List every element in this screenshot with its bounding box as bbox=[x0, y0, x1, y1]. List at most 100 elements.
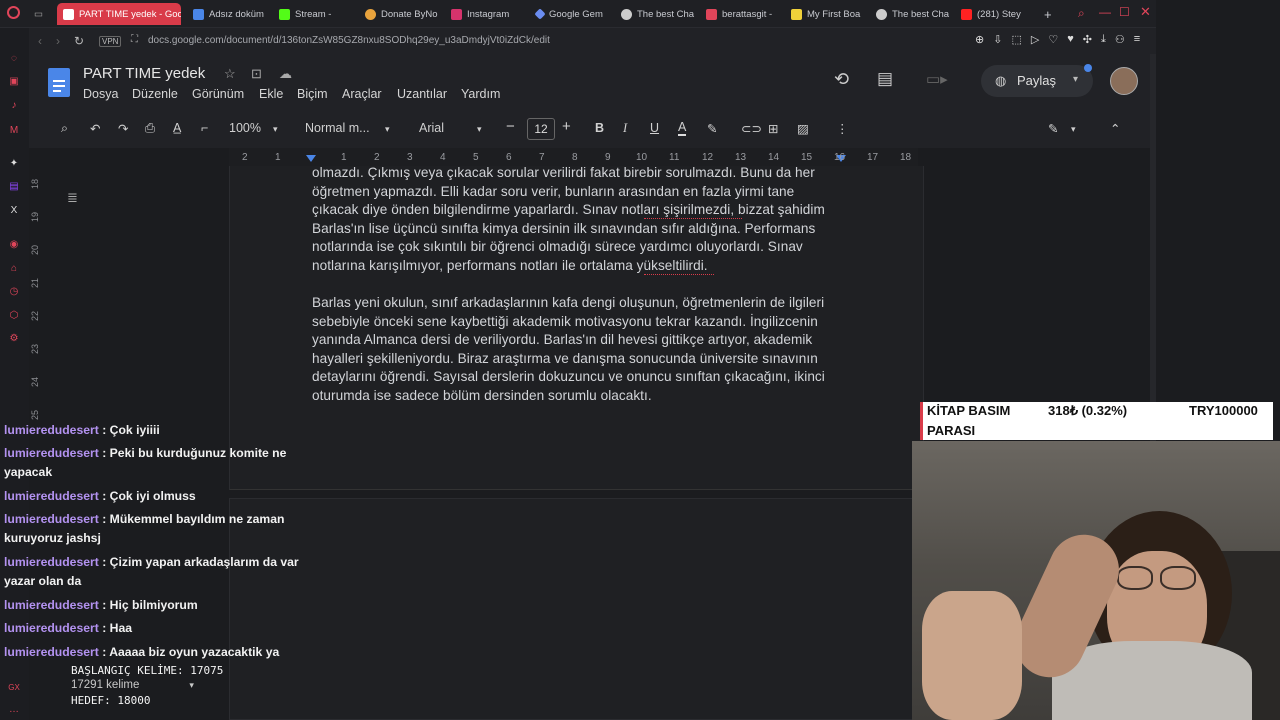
search-menus-icon[interactable]: ⌕ bbox=[61, 121, 68, 136]
pin-icon[interactable]: ⇩ bbox=[993, 33, 1002, 46]
maximize-button[interactable]: ☐ bbox=[1119, 5, 1130, 19]
increase-font-icon[interactable]: + bbox=[562, 118, 571, 135]
docs-word-count[interactable]: 17291 kelime ▾ bbox=[71, 679, 194, 691]
indent-marker[interactable] bbox=[306, 155, 316, 162]
workspaces-icon[interactable]: ▭ bbox=[28, 3, 54, 25]
search-tabs-icon[interactable]: ⌕ bbox=[1078, 6, 1085, 21]
extensions-icon[interactable]: ⬡ bbox=[7, 309, 21, 323]
outline-icon[interactable]: ≣ bbox=[67, 190, 78, 206]
link-icon[interactable]: ⊂⊃ bbox=[741, 121, 762, 136]
tab-8[interactable]: My First Boa bbox=[785, 3, 865, 25]
tab-5[interactable]: Google Gem bbox=[530, 3, 610, 25]
close-window-button[interactable]: ✕ bbox=[1140, 4, 1151, 20]
url-field[interactable]: docs.google.com/document/d/136tonZsW85GZ… bbox=[148, 35, 550, 46]
menu-help[interactable]: Yardım bbox=[461, 87, 500, 101]
new-tab-button[interactable]: + bbox=[1038, 3, 1054, 25]
spellcheck-icon[interactable]: A̲ bbox=[173, 121, 181, 135]
avatar[interactable] bbox=[1110, 67, 1138, 95]
menu-format[interactable]: Biçim bbox=[297, 87, 328, 101]
tab-4[interactable]: Instagram bbox=[445, 3, 525, 25]
font-size-input[interactable]: 12 bbox=[527, 118, 555, 140]
font-select[interactable]: Arial bbox=[419, 121, 444, 135]
reload-icon[interactable]: ↻ bbox=[74, 34, 84, 48]
chevron-down-icon[interactable]: ▾ bbox=[1073, 74, 1078, 85]
redo-icon[interactable]: ↷ bbox=[118, 121, 128, 136]
print-icon[interactable]: ⎙ bbox=[145, 121, 155, 136]
move-folder-icon[interactable]: ⊡ bbox=[251, 66, 262, 82]
tab-3[interactable]: Donate ByNo bbox=[359, 3, 439, 25]
chevron-down-icon[interactable]: ▾ bbox=[477, 124, 482, 135]
profile-icon[interactable]: ⚇ bbox=[1115, 33, 1125, 46]
star-icon[interactable]: ☆ bbox=[224, 66, 236, 82]
docs-logo-icon[interactable] bbox=[48, 68, 70, 97]
tab-9[interactable]: The best Cha bbox=[870, 3, 950, 25]
menu-edit[interactable]: Düzenle bbox=[132, 87, 178, 101]
player-icon[interactable]: ◉ bbox=[7, 238, 21, 252]
messenger-icon[interactable]: ◌ bbox=[7, 52, 21, 66]
twitch-icon[interactable]: ▤ bbox=[7, 180, 21, 194]
menu-file[interactable]: Dosya bbox=[83, 87, 118, 101]
pinboard-icon[interactable]: ⌂ bbox=[7, 262, 21, 276]
style-select[interactable]: Normal m... bbox=[305, 121, 370, 135]
chevron-down-icon[interactable]: ▾ bbox=[1071, 124, 1076, 135]
document-page-next[interactable] bbox=[229, 498, 924, 720]
aria-icon[interactable]: ✦ bbox=[7, 157, 21, 171]
minimize-button[interactable]: — bbox=[1099, 5, 1111, 19]
zoom-icon[interactable]: ⊕ bbox=[975, 33, 984, 46]
extensions-puzzle-icon[interactable]: ✣ bbox=[1083, 33, 1092, 46]
paragraph-1[interactable]: olmazdı. Çıkmış veya çıkacak sorular ver… bbox=[312, 164, 852, 275]
document-title[interactable]: PART TIME yedek bbox=[83, 65, 205, 82]
italic-icon[interactable]: I bbox=[623, 121, 627, 136]
download-icon[interactable]: ⤓ bbox=[1101, 33, 1106, 46]
back-icon[interactable]: ‹ bbox=[38, 34, 42, 48]
tab-7[interactable]: berattasgit - bbox=[700, 3, 780, 25]
history-icon[interactable]: ◷ bbox=[7, 285, 21, 299]
chevron-down-icon[interactable]: ▾ bbox=[189, 680, 194, 690]
share-button[interactable]: ◍ Paylaş ▾ bbox=[981, 65, 1093, 97]
more-options-icon[interactable]: ⋮ bbox=[836, 121, 849, 136]
chevron-down-icon[interactable]: ▾ bbox=[385, 124, 390, 135]
vpn-badge[interactable]: VPN bbox=[99, 36, 122, 47]
menu-tools[interactable]: Araçlar bbox=[342, 87, 382, 101]
forward-icon[interactable]: › bbox=[56, 34, 60, 48]
underline-icon[interactable]: U bbox=[650, 121, 659, 135]
comments-icon[interactable]: ▤ bbox=[877, 69, 893, 89]
heart-icon[interactable]: ♥ bbox=[1067, 33, 1074, 46]
x-twitter-icon[interactable]: X bbox=[7, 204, 21, 218]
opera-logo-icon[interactable] bbox=[7, 6, 20, 19]
site-info-icon[interactable]: ⛶ bbox=[131, 34, 138, 45]
tab-0[interactable]: PART TIME yedek - Goo bbox=[57, 3, 181, 25]
tab-2[interactable]: Stream - bbox=[273, 3, 353, 25]
decrease-font-icon[interactable]: − bbox=[506, 118, 515, 135]
tab-10[interactable]: (281) Stey bbox=[955, 3, 1035, 25]
gx-icon[interactable]: GX bbox=[7, 681, 21, 695]
bookmarks-icon[interactable]: ▣ bbox=[7, 75, 21, 89]
undo-icon[interactable]: ↶ bbox=[90, 121, 100, 136]
insert-image-icon[interactable]: ▨ bbox=[797, 121, 809, 136]
menu-extensions[interactable]: Uzantılar bbox=[397, 87, 447, 101]
music-icon[interactable]: ♪ bbox=[7, 99, 21, 113]
version-history-icon[interactable]: ⟲ bbox=[834, 69, 849, 90]
gmail-icon[interactable]: M bbox=[7, 124, 21, 138]
play-icon[interactable]: ▷ bbox=[1031, 33, 1039, 46]
more-icon[interactable]: … bbox=[7, 703, 21, 717]
menu-icon[interactable]: ≡ bbox=[1134, 33, 1140, 46]
add-comment-icon[interactable]: ⊞ bbox=[768, 121, 778, 136]
menu-insert[interactable]: Ekle bbox=[259, 87, 283, 101]
tab-1[interactable]: Adsız doküm bbox=[187, 3, 267, 25]
tab-6[interactable]: The best Cha bbox=[615, 3, 695, 25]
meet-icon[interactable]: ▭▸ bbox=[926, 70, 948, 88]
paragraph-2[interactable]: Barlas yeni okulun, sınıf arkadaşlarının… bbox=[312, 294, 852, 405]
zoom-select[interactable]: 100% bbox=[229, 121, 261, 135]
paint-format-icon[interactable]: ⌐ bbox=[201, 121, 208, 135]
chevron-down-icon[interactable]: ▾ bbox=[273, 124, 278, 135]
menu-view[interactable]: Görünüm bbox=[192, 87, 244, 101]
bold-icon[interactable]: B bbox=[595, 121, 604, 135]
snapshot-icon[interactable]: ⬚ bbox=[1011, 33, 1021, 46]
text-color-icon[interactable]: A bbox=[678, 121, 687, 136]
editing-mode-icon[interactable]: ✎ bbox=[1048, 121, 1058, 136]
highlight-icon[interactable]: ✎ bbox=[707, 121, 717, 136]
collapse-menus-icon[interactable]: ⌃ bbox=[1110, 121, 1120, 136]
bookmark-icon[interactable]: ♡ bbox=[1048, 33, 1058, 46]
settings-icon[interactable]: ⚙ bbox=[7, 332, 21, 346]
